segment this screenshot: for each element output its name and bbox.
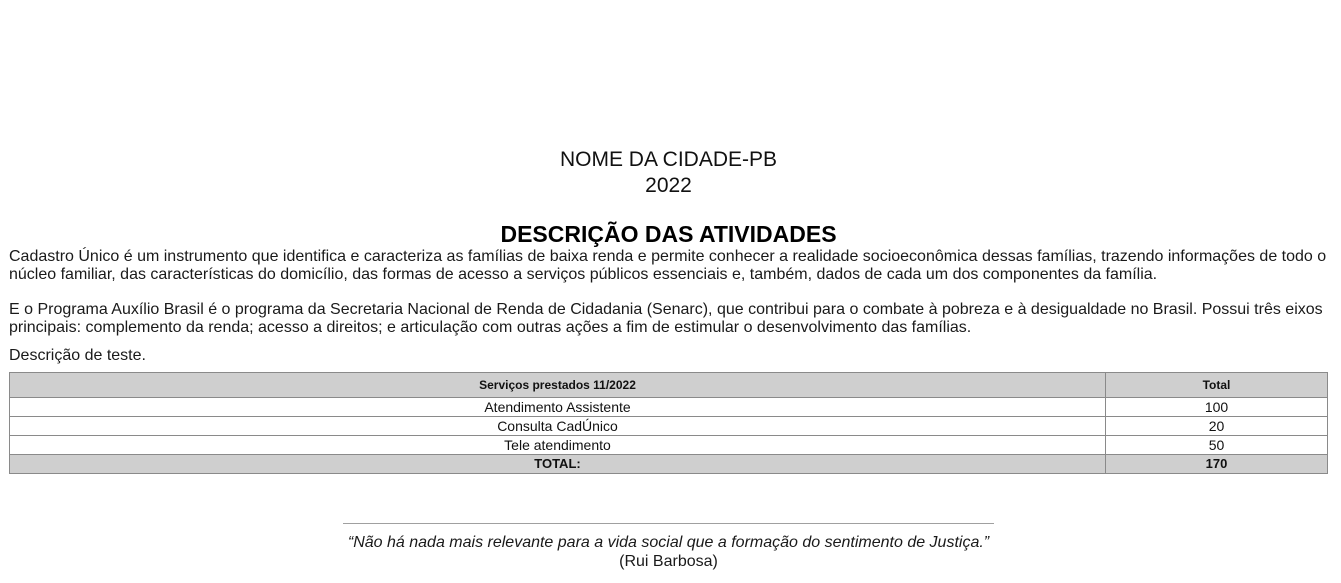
table-header-row: Serviços prestados 11/2022 Total [9,372,1328,398]
header-services: Serviços prestados 11/2022 [9,372,1106,398]
paragraph-cadastro-unico: Cadastro Único é um instrumento que iden… [9,248,1327,283]
quote-text: “Não há nada mais relevante para a vida … [347,534,990,551]
services-table: Serviços prestados 11/2022 Total Atendim… [9,372,1328,474]
quote-divider [343,523,994,524]
city-name: NOME DA CIDADE-PB [559,148,778,171]
table-row: Consulta CadÚnico 20 [9,416,1328,436]
service-name: Atendimento Assistente [9,397,1106,417]
report-year: 2022 [645,174,692,197]
header-total: Total [1105,372,1328,398]
document-header: NOME DA CIDADE-PB 2022 [0,147,1337,199]
table-row: Atendimento Assistente 100 [9,397,1328,417]
service-total: 100 [1105,397,1328,417]
total-value: 170 [1105,454,1328,474]
paragraph-auxilio-brasil: E o Programa Auxílio Brasil é o programa… [9,301,1323,336]
service-total: 50 [1105,435,1328,455]
service-name: Consulta CadÚnico [9,416,1106,436]
quote-author: (Rui Barbosa) [619,553,718,570]
service-name: Tele atendimento [9,435,1106,455]
table-row: Tele atendimento 50 [9,435,1328,455]
table-total-row: TOTAL: 170 [9,454,1328,474]
total-label: TOTAL: [9,454,1106,474]
service-total: 20 [1105,416,1328,436]
paragraph-test-description: Descrição de teste. [9,347,146,364]
section-title: DESCRIÇÃO DAS ATIVIDADES [500,221,837,247]
